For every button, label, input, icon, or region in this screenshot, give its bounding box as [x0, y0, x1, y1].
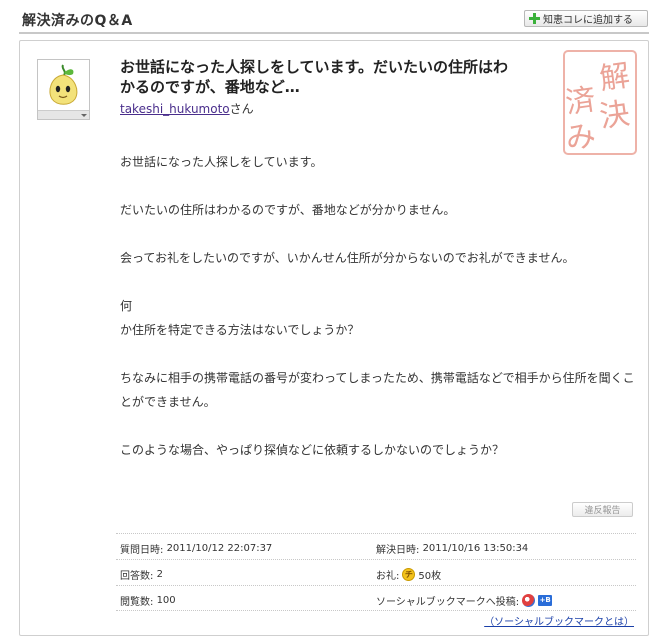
social-bookmark-help-link[interactable]: （ソーシャルブックマークとは）	[484, 613, 634, 628]
asked-date-label: 質問日時:	[120, 545, 164, 556]
resolved-date-value: 2011/10/16 13:50:34	[422, 543, 529, 554]
hatena-bookmark-icon[interactable]: +B	[538, 595, 553, 606]
asked-date: 質問日時: 2011/10/12 22:07:37	[120, 541, 272, 556]
meta-row: 質問日時: 2011/10/12 22:07:37 解決日時: 2011/10/…	[116, 533, 636, 559]
add-to-collection-label: 知恵コレに追加する	[543, 15, 633, 26]
chie-coin-icon: チ	[402, 568, 416, 581]
reward: お礼: チ 50枚	[376, 567, 441, 582]
avatar[interactable]	[37, 59, 90, 120]
question-paragraph: お世話になった人探しをしています。	[120, 155, 323, 169]
question-body: お世話になった人探しをしています。 だいたいの住所はわかるのですが、番地などが分…	[120, 150, 640, 462]
asked-date-value: 2011/10/12 22:07:37	[166, 543, 273, 554]
answer-count-label: 回答数:	[120, 571, 154, 582]
bookmark-service-icon[interactable]	[522, 594, 536, 607]
answer-count: 回答数: 2	[120, 567, 163, 582]
resolved-date: 解決日時: 2011/10/16 13:50:34	[376, 541, 528, 556]
avatar-menu-dropdown[interactable]	[38, 110, 89, 119]
reward-label: お礼:	[376, 571, 400, 582]
question-paragraph: このような場合、やっぱり探偵などに依頼するしかないのでしょうか？	[120, 443, 505, 457]
question-meta: 質問日時: 2011/10/12 22:07:37 解決日時: 2011/10/…	[116, 533, 636, 611]
question-paragraph: 何 か住所を特定できる方法はないでしょうか？	[120, 299, 360, 337]
social-bookmark: ソーシャルブックマークへ投稿: +B	[376, 593, 553, 608]
question-paragraph: ちなみに相手の携帯電話の番号が変わってしまったため、携帯電話などで相手から住所を…	[120, 371, 635, 409]
question-title: お世話になった人探しをしています。だいたいの住所はわかるのですが、番地など…	[120, 58, 509, 96]
view-count-label: 閲覧数:	[120, 597, 154, 608]
meta-row: 閲覧数: 100 ソーシャルブックマークへ投稿: +B	[116, 585, 636, 611]
page-title: 解決済みのQ＆A	[22, 13, 133, 29]
meta-row: 回答数: 2 お礼: チ 50枚	[116, 559, 636, 585]
view-count-value: 100	[156, 595, 176, 606]
add-to-collection-button[interactable]: 知恵コレに追加する	[524, 10, 648, 27]
reward-value: 50枚	[418, 571, 442, 582]
author-link[interactable]: takeshi_hukumoto	[120, 102, 230, 116]
view-count: 閲覧数: 100	[120, 593, 176, 608]
svg-text:済: 済	[563, 82, 598, 121]
question-paragraph: だいたいの住所はわかるのですが、番地などが分かりません。	[120, 203, 456, 217]
social-bookmark-label: ソーシャルブックマークへ投稿:	[376, 597, 520, 608]
svg-text:解: 解	[597, 58, 632, 97]
author-suffix: さん	[229, 102, 254, 116]
question-author: takeshi_hukumotoさん	[120, 100, 254, 117]
question-card: お世話になった人探しをしています。だいたいの住所はわかるのですが、番地など… t…	[19, 40, 649, 636]
header-divider	[19, 32, 649, 34]
question-paragraph: 会ってお礼をしたいのですが、いかんせん住所が分からないのでお礼ができません。	[120, 251, 575, 265]
svg-text:決: 決	[597, 96, 632, 135]
avatar-character-icon	[49, 64, 78, 105]
page-header: 解決済みのQ＆A 知恵コレに追加する	[0, 0, 660, 40]
resolved-stamp-icon: 解 決 済 み	[563, 50, 637, 157]
answer-count-value: 2	[156, 569, 163, 580]
report-button[interactable]: 違反報告	[572, 502, 633, 517]
plus-icon	[529, 13, 540, 24]
resolved-date-label: 解決日時:	[376, 545, 420, 556]
